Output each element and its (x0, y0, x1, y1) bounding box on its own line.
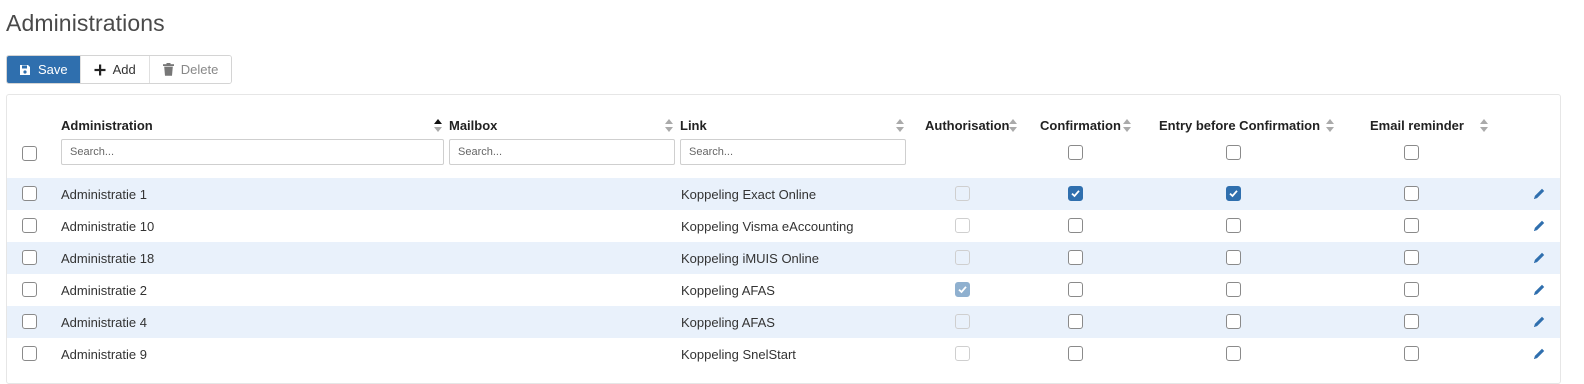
authorisation-checkbox (955, 282, 970, 297)
sort-icon[interactable] (1480, 119, 1488, 132)
save-button-label: Save (38, 62, 68, 77)
pencil-icon[interactable] (1532, 251, 1546, 265)
row-select-checkbox[interactable] (22, 186, 37, 201)
save-icon (19, 64, 31, 76)
page-title: Administrations (6, 10, 165, 36)
row-select-checkbox[interactable] (22, 346, 37, 361)
link-cell: Koppeling SnelStart (681, 347, 796, 362)
administration-cell: Administratie 4 (61, 315, 147, 330)
confirmation-checkbox[interactable] (1068, 314, 1083, 329)
authorisation-checkbox (955, 250, 970, 265)
administration-cell: Administratie 18 (61, 251, 155, 266)
entry-before-confirmation-checkbox[interactable] (1226, 250, 1241, 265)
delete-button-label: Delete (180, 62, 219, 77)
confirmation-checkbox[interactable] (1068, 250, 1083, 265)
row-select-checkbox[interactable] (22, 314, 37, 329)
administration-cell: Administratie 10 (61, 219, 155, 234)
authorisation-checkbox (955, 314, 970, 329)
email-reminder-checkbox[interactable] (1404, 186, 1419, 201)
administration-search-input[interactable] (61, 139, 444, 165)
trash-icon (162, 63, 174, 76)
confirmation-filter-checkbox[interactable] (1068, 145, 1083, 160)
link-cell: Koppeling AFAS (681, 315, 775, 330)
table-row (7, 274, 1560, 306)
administration-cell: Administratie 1 (61, 187, 147, 202)
sort-icon[interactable] (1123, 119, 1131, 132)
row-select-checkbox[interactable] (22, 282, 37, 297)
sort-icon[interactable] (1009, 119, 1017, 132)
column-header-entry-before-confirmation[interactable]: Entry before Confirmation (1159, 118, 1320, 133)
email-reminder-checkbox[interactable] (1404, 314, 1419, 329)
table-row (7, 306, 1560, 338)
email-reminder-checkbox[interactable] (1404, 218, 1419, 233)
email-reminder-checkbox[interactable] (1404, 346, 1419, 361)
column-header-confirmation[interactable]: Confirmation (1040, 118, 1121, 133)
pencil-icon[interactable] (1532, 347, 1546, 361)
entry-before-confirmation-checkbox[interactable] (1226, 346, 1241, 361)
administration-cell: Administratie 2 (61, 283, 147, 298)
authorisation-checkbox (955, 186, 970, 201)
link-cell: Koppeling AFAS (681, 283, 775, 298)
authorisation-checkbox (955, 218, 970, 233)
pencil-icon[interactable] (1532, 283, 1546, 297)
entry-before-confirmation-checkbox[interactable] (1226, 186, 1241, 201)
sort-icon[interactable] (1326, 119, 1334, 132)
email-reminder-filter-checkbox[interactable] (1404, 145, 1419, 160)
add-button[interactable]: Add (80, 56, 150, 83)
link-cell: Koppeling Exact Online (681, 187, 817, 202)
save-button[interactable]: Save (7, 56, 81, 83)
entry-before-confirmation-filter-checkbox[interactable] (1226, 145, 1241, 160)
delete-button[interactable]: Delete (149, 56, 232, 83)
column-header-administration[interactable]: Administration (61, 118, 153, 133)
toolbar: Save Add Delete (6, 55, 233, 84)
pencil-icon[interactable] (1532, 315, 1546, 329)
confirmation-checkbox[interactable] (1068, 218, 1083, 233)
email-reminder-checkbox[interactable] (1404, 282, 1419, 297)
mailbox-search-input[interactable] (449, 139, 675, 165)
entry-before-confirmation-checkbox[interactable] (1226, 282, 1241, 297)
pencil-icon[interactable] (1532, 187, 1546, 201)
confirmation-checkbox[interactable] (1068, 186, 1083, 201)
select-all-checkbox[interactable] (22, 146, 37, 161)
authorisation-checkbox (955, 346, 970, 361)
confirmation-checkbox[interactable] (1068, 346, 1083, 361)
confirmation-checkbox[interactable] (1068, 282, 1083, 297)
pencil-icon[interactable] (1532, 219, 1546, 233)
column-header-link[interactable]: Link (680, 118, 707, 133)
link-cell: Koppeling Visma eAccounting (681, 219, 854, 234)
email-reminder-checkbox[interactable] (1404, 250, 1419, 265)
column-header-email-reminder[interactable]: Email reminder (1370, 118, 1464, 133)
row-select-checkbox[interactable] (22, 218, 37, 233)
link-cell: Koppeling iMUIS Online (681, 251, 820, 266)
plus-icon (94, 64, 106, 76)
entry-before-confirmation-checkbox[interactable] (1226, 218, 1241, 233)
column-header-authorisation[interactable]: Authorisation (925, 118, 1010, 133)
entry-before-confirmation-checkbox[interactable] (1226, 314, 1241, 329)
link-search-input[interactable] (680, 139, 906, 165)
sort-icon[interactable] (665, 119, 673, 132)
administration-cell: Administratie 9 (61, 347, 147, 362)
row-select-checkbox[interactable] (22, 250, 37, 265)
sort-icon[interactable] (896, 119, 904, 132)
column-header-mailbox[interactable]: Mailbox (449, 118, 497, 133)
sort-icon[interactable] (434, 119, 442, 132)
add-button-label: Add (112, 62, 136, 77)
